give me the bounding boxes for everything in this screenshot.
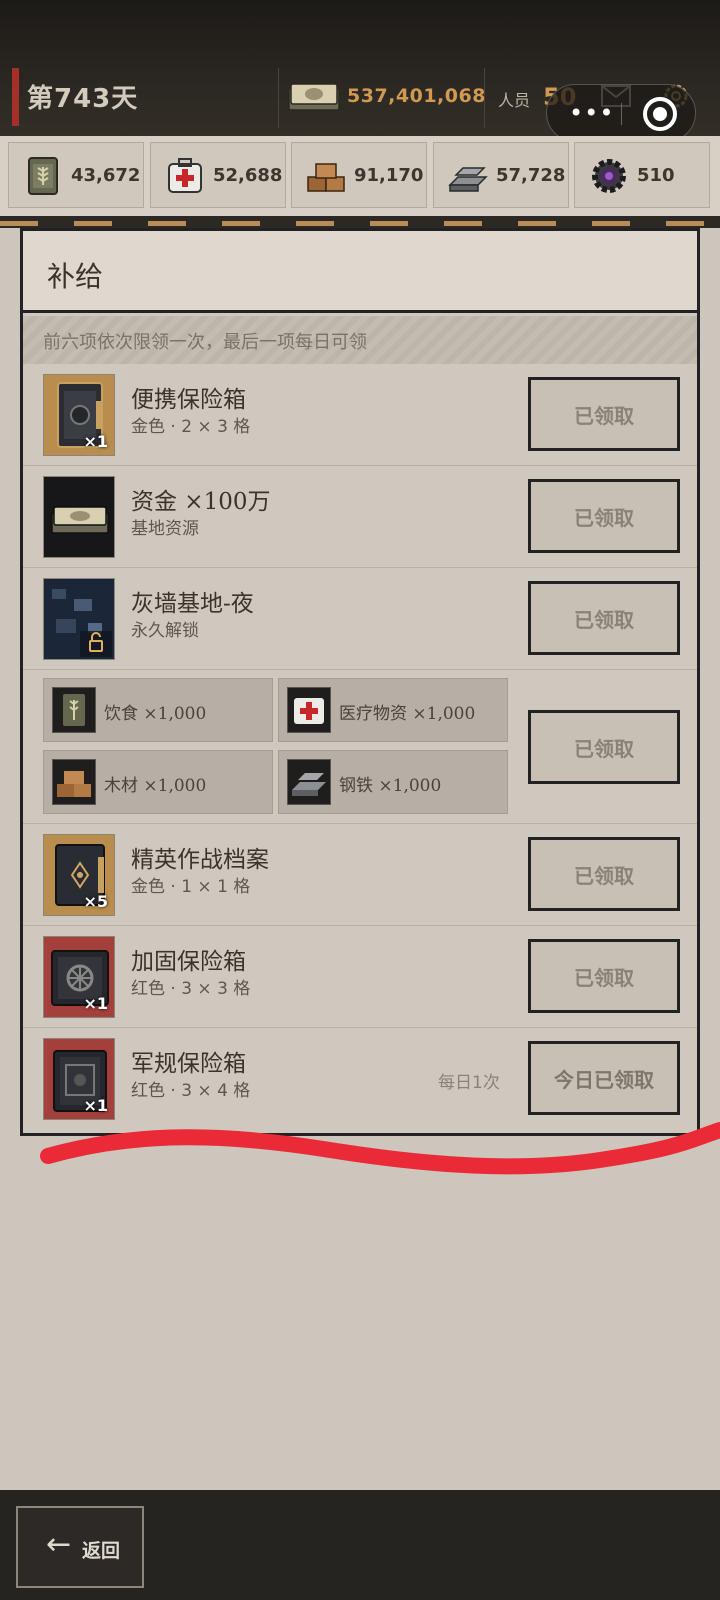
medical-icon (168, 158, 202, 193)
reinforced-safe-thumb: ×1 (43, 936, 115, 1018)
elite-file-thumb: ×5 (43, 834, 115, 916)
money-icon (288, 83, 340, 111)
list-item: ×1 加固保险箱 红色 · 3 × 3 格 已领取 (23, 926, 697, 1028)
supply-panel: 补给 前六项依次限领一次，最后一项每日可领 ×1 便携保险箱 金色 · 2 × … (20, 228, 700, 1136)
food-icon (28, 157, 58, 195)
item-name: 便携保险箱 (131, 387, 246, 413)
steel-icon (287, 759, 331, 805)
day-accent-bar (12, 68, 19, 126)
night-base-map-icon (44, 579, 114, 659)
resource-food: 43,672 (8, 142, 144, 208)
item-subtitle: 永久解锁 (131, 621, 199, 641)
item-quantity: ×1 (83, 432, 108, 451)
portable-safe-thumb: ×1 (43, 374, 115, 456)
resource-medical: 52,688 (150, 142, 286, 208)
medical-icon (287, 687, 331, 733)
bundle-tile: 饮食 ×1,000 (43, 678, 273, 742)
header-divider (484, 68, 485, 128)
bundle-tile: 木材 ×1,000 (43, 750, 273, 814)
resource-value: 57,728 (496, 165, 566, 186)
resource-bundle-row: 饮食 ×1,000 医疗物资 ×1,000 木材 ×1,000 钢铁 ×1,00… (23, 670, 697, 824)
back-button[interactable]: ← 返回 (16, 1506, 144, 1588)
item-subtitle: 红色 · 3 × 4 格 (131, 1081, 251, 1101)
claim-button[interactable]: 已领取 (528, 479, 680, 553)
base-skin-thumb (43, 578, 115, 660)
bundle-tile: 医疗物资 ×1,000 (278, 678, 508, 742)
claim-daily-button[interactable]: 今日已领取 (528, 1041, 680, 1115)
resource-value: 43,672 (71, 165, 141, 186)
claim-button[interactable]: 已领取 (528, 581, 680, 655)
daily-limit-label: 每日1次 (438, 1073, 500, 1093)
capsule-divider (621, 103, 622, 125)
resource-value: 52,688 (213, 165, 283, 186)
people-label: 人员 (498, 91, 531, 110)
resource-wood: 91,170 (291, 142, 427, 208)
claim-button[interactable]: 已领取 (528, 837, 680, 911)
list-item: ×1 便携保险箱 金色 · 2 × 3 格 已领取 (23, 364, 697, 466)
item-subtitle: 基地资源 (131, 519, 199, 539)
item-quantity: ×5 (83, 892, 108, 911)
resource-parts: 510 (574, 142, 710, 208)
money-value: 537,401,068 (347, 85, 486, 107)
gear-part-icon (592, 159, 626, 193)
panel-title: 补给 (47, 260, 104, 293)
notice-banner: 前六项依次限领一次，最后一项每日可领 (23, 316, 697, 364)
claim-button[interactable]: 已领取 (528, 377, 680, 451)
funds-thumb (43, 476, 115, 558)
list-item: 资金 ×100万 基地资源 已领取 (23, 466, 697, 568)
resource-value: 91,170 (354, 165, 424, 186)
item-name: 灰墙基地-夜 (131, 591, 254, 617)
wood-icon (52, 759, 96, 805)
bundle-tile-label: 钢铁 ×1,000 (339, 776, 442, 796)
item-subtitle: 金色 · 1 × 1 格 (131, 877, 251, 897)
more-menu-icon[interactable]: ••• (569, 101, 614, 125)
bundle-tile-label: 木材 ×1,000 (104, 776, 207, 796)
claim-button[interactable]: 已领取 (528, 710, 680, 784)
claim-button[interactable]: 已领取 (528, 939, 680, 1013)
item-name: 军规保险箱 (131, 1051, 246, 1077)
resource-steel: 57,728 (433, 142, 569, 208)
list-item: ×5 精英作战档案 金色 · 1 × 1 格 已领取 (23, 824, 697, 926)
bundle-tile-label: 医疗物资 ×1,000 (339, 704, 476, 724)
notice-text: 前六项依次限领一次，最后一项每日可领 (43, 332, 367, 353)
item-subtitle: 红色 · 3 × 3 格 (131, 979, 251, 999)
hazard-stripe (0, 216, 720, 228)
money-icon (51, 506, 109, 534)
item-subtitle: 金色 · 2 × 3 格 (131, 417, 251, 437)
military-safe-thumb: ×1 (43, 1038, 115, 1120)
resource-value: 510 (637, 165, 675, 186)
close-target-icon[interactable] (643, 97, 677, 131)
bundle-tile: 钢铁 ×1,000 (278, 750, 508, 814)
day-counter: 第743天 (27, 84, 139, 114)
item-quantity: ×1 (83, 994, 108, 1013)
red-scribble-annotation (40, 1122, 720, 1175)
list-item: 灰墙基地-夜 永久解锁 已领取 (23, 568, 697, 670)
mini-program-capsule: ••• (546, 84, 696, 142)
item-name: 精英作战档案 (131, 847, 269, 873)
wood-icon (307, 163, 345, 192)
item-name: 资金 ×100万 (131, 489, 271, 515)
item-name: 加固保险箱 (131, 949, 246, 975)
food-icon (52, 687, 96, 733)
header-divider (278, 68, 279, 128)
steel-icon (448, 167, 488, 192)
bundle-tile-label: 饮食 ×1,000 (104, 704, 207, 724)
arrow-left-icon: ← (46, 1527, 72, 1562)
panel-header: 补给 (23, 231, 697, 313)
back-label: 返回 (82, 1540, 121, 1562)
